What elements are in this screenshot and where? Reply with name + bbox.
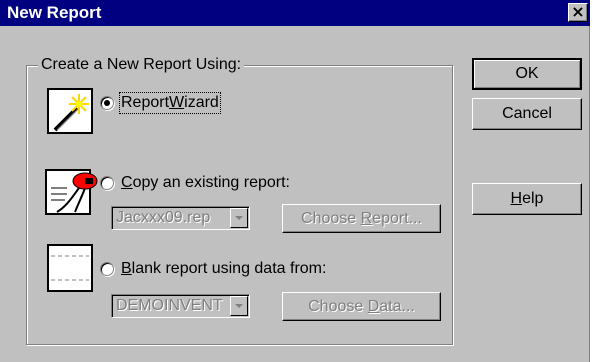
magic-wand-icon (47, 88, 93, 134)
blank-report-radio[interactable] (100, 262, 114, 276)
group-label: Create a New Report Using: (38, 56, 245, 74)
blank-report-label[interactable]: Blank report using data from: (121, 260, 326, 278)
existing-report-value: Jacxxx09.rep (116, 209, 211, 226)
report-wizard-radio[interactable] (100, 96, 114, 110)
blank-page-icon (47, 244, 93, 292)
report-wizard-label[interactable]: ReportWizard (119, 92, 221, 114)
copy-report-label[interactable]: Copy an existing report: (121, 174, 290, 192)
close-button[interactable]: × (568, 3, 588, 22)
copy-report-radio[interactable] (100, 176, 114, 190)
close-icon: × (571, 2, 585, 21)
data-source-combo[interactable]: DEMOINVENT (111, 294, 250, 318)
chevron-down-icon[interactable] (230, 208, 248, 228)
ok-button[interactable]: OK (472, 58, 582, 90)
title-bar[interactable]: New Report × (0, 0, 590, 26)
chevron-down-icon[interactable] (230, 296, 248, 316)
new-report-dialog: New Report × Create a New Report Using: … (0, 0, 590, 362)
choose-report-button[interactable]: Choose Report... (282, 204, 441, 233)
window-title: New Report (7, 3, 102, 22)
data-source-value: DEMOINVENT (116, 297, 223, 314)
cancel-button[interactable]: Cancel (472, 98, 582, 130)
choose-data-button[interactable]: Choose Data... (282, 292, 441, 321)
report-copy-icon (45, 169, 98, 215)
existing-report-combo[interactable]: Jacxxx09.rep (111, 206, 250, 230)
help-button[interactable]: Help (472, 183, 582, 215)
